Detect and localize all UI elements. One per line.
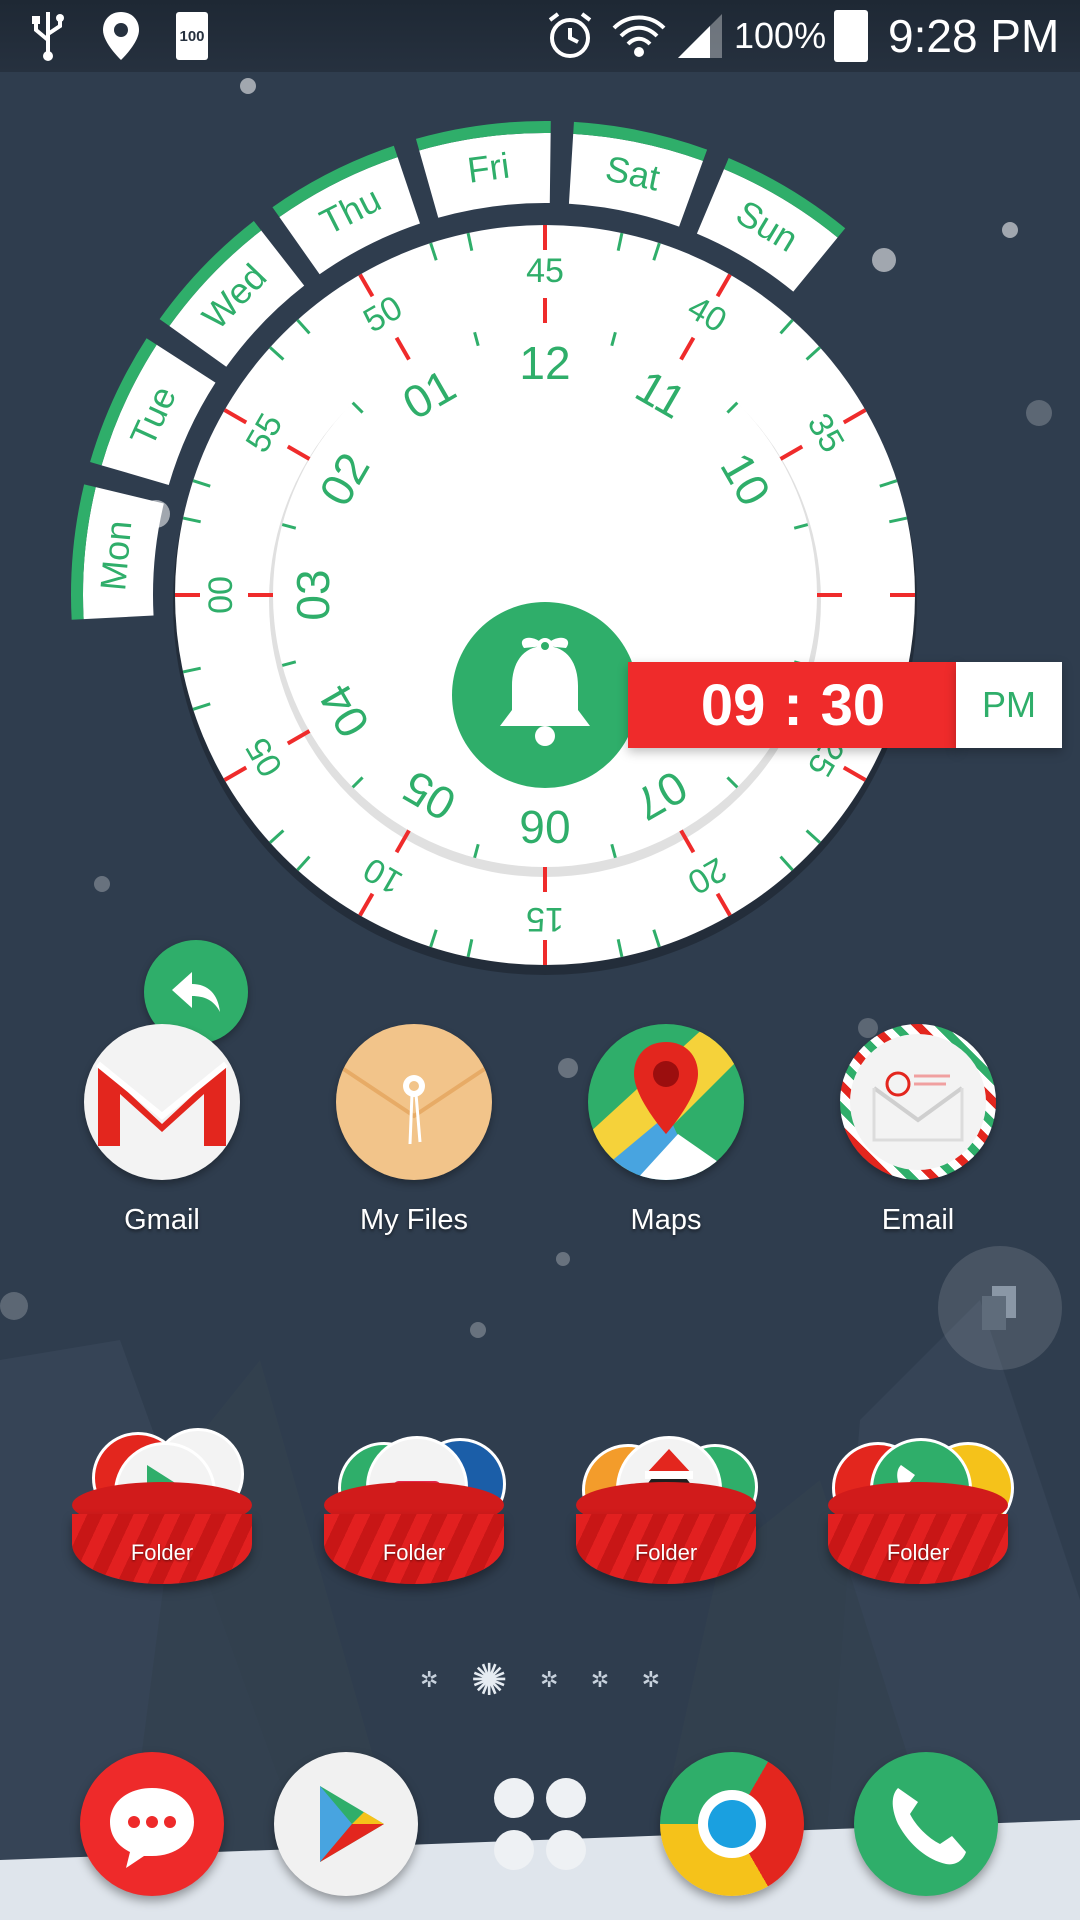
cell-signal-icon: [676, 0, 724, 72]
folder-4[interactable]: Folder: [818, 1418, 1018, 1598]
files-icon: [336, 1024, 492, 1180]
snow-dot: [556, 1252, 570, 1266]
snow-dot: [470, 1322, 486, 1338]
app-label: Maps: [630, 1204, 702, 1236]
reply-arrow-icon: [172, 972, 220, 1012]
alarm-icon: [544, 0, 596, 72]
time-dial[interactable]: 4540352520151005005550121110080706050403…: [0, 100, 1080, 1000]
app-email[interactable]: Email: [798, 1024, 1038, 1237]
snow-dot: [0, 1292, 28, 1320]
app-label: Email: [881, 1204, 955, 1236]
alarm-time-display[interactable]: 09 : 30: [628, 662, 958, 748]
app-drawer-icon[interactable]: [468, 1752, 612, 1896]
page-dot[interactable]: ✲: [540, 1667, 558, 1693]
status-bar: 100 100% 9:28 PM: [0, 0, 1080, 72]
location-icon: [100, 0, 142, 72]
app-maps[interactable]: Maps: [546, 1024, 786, 1237]
wifi-icon: [612, 0, 666, 72]
battery-percent: 100%: [734, 0, 826, 72]
page-indicator[interactable]: ✲ ✺ ✲ ✲ ✲: [420, 1656, 660, 1705]
battery-saver-icon: 100: [176, 0, 208, 72]
folder-1[interactable]: Folder: [62, 1418, 262, 1598]
maps-icon: [588, 1024, 744, 1180]
email-icon: [840, 1024, 996, 1180]
page-dot[interactable]: ✲: [642, 1667, 660, 1693]
folder-label: Folder: [382, 1540, 446, 1565]
messaging-icon[interactable]: [80, 1752, 224, 1896]
snow-dot: [240, 78, 256, 94]
bell-icon: [500, 637, 590, 746]
clock: 9:28 PM: [888, 0, 1059, 72]
chrome-icon[interactable]: [660, 1752, 804, 1896]
battery-percent-text: 100%: [734, 15, 827, 56]
play-store-icon[interactable]: [274, 1752, 418, 1896]
hour-label: 12: [519, 337, 570, 389]
page-dot-active[interactable]: ✺: [471, 1655, 508, 1706]
copy-icon: [982, 1286, 1016, 1330]
folder-2[interactable]: Folder: [314, 1418, 514, 1598]
minute-label: 00: [202, 576, 240, 614]
app-label: Gmail: [124, 1204, 200, 1236]
folder-label: Folder: [886, 1540, 950, 1565]
recents-button[interactable]: [938, 1246, 1062, 1370]
alarm-bell-button[interactable]: [452, 602, 638, 788]
battery-icon: [834, 0, 868, 72]
gmail-icon: [84, 1024, 240, 1180]
battery-saver-label: 100: [176, 12, 208, 60]
app-gmail[interactable]: Gmail: [42, 1024, 282, 1237]
hour-label: 03: [287, 569, 339, 620]
alarm-clock-widget[interactable]: Mon Tue Wed Thu Fri Sat Sun 45 40 35 25 20 15 10 05 00…: [0, 100, 1080, 1044]
alarm-minute[interactable]: 30: [821, 672, 886, 739]
ampm-toggle[interactable]: PM: [956, 662, 1062, 748]
time-separator: :: [783, 672, 803, 738]
app-label: My Files: [360, 1204, 468, 1236]
alarm-hour[interactable]: 09: [701, 672, 766, 739]
minute-label: 15: [526, 900, 564, 938]
folder-label: Folder: [634, 1540, 698, 1565]
minute-label: 45: [526, 252, 564, 290]
app-my-files[interactable]: My Files: [294, 1024, 534, 1237]
usb-icon: [30, 0, 66, 72]
phone-icon[interactable]: [854, 1752, 998, 1896]
folder-label: Folder: [130, 1540, 194, 1565]
clock-text: 9:28 PM: [888, 10, 1060, 62]
folder-3[interactable]: Folder: [566, 1418, 766, 1598]
page-dot[interactable]: ✲: [591, 1667, 609, 1693]
hour-label: 06: [519, 801, 570, 853]
page-dot[interactable]: ✲: [420, 1667, 438, 1693]
